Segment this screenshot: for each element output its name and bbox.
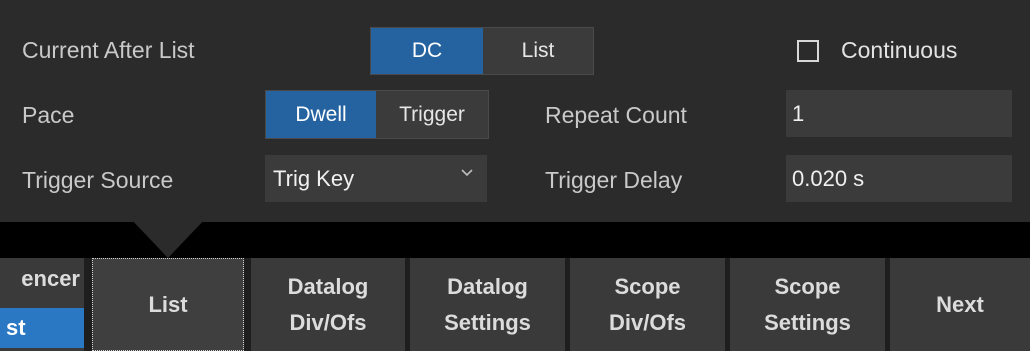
continuous-label: Continuous [841,37,958,63]
softkey-list-label: List [148,291,188,317]
softkey-scope-divofs[interactable]: Scope Div/Ofs [570,258,725,351]
softkey-scope-settings[interactable]: Scope Settings [730,258,885,351]
pace-dwell-option[interactable]: Dwell [266,91,376,138]
current-after-list-dc-option[interactable]: DC [371,28,483,74]
softkey-scope-settings-line1: Scope [774,273,841,299]
softkey-datalog-divofs[interactable]: Datalog Div/Ofs [251,258,405,351]
softkey-list[interactable]: List [92,258,244,351]
trigger-delay-input[interactable]: 0.020 s [786,155,1012,202]
current-after-list-label: Current After List [22,37,195,63]
softkey-sequencer-sublabel: st [0,308,84,348]
softkey-scope-divofs-line1: Scope [614,273,681,299]
softkey-scope-divofs-line2: Div/Ofs [608,309,687,335]
softkey-datalog-divofs-line1: Datalog [287,273,369,299]
pace-toggle: Dwell Trigger [265,90,489,139]
trigger-source-value: Trig Key [273,165,355,191]
pace-trigger-option[interactable]: Trigger [376,91,488,138]
softkey-datalog-settings[interactable]: Datalog Settings [410,258,565,351]
pace-label: Pace [22,102,75,128]
softkey-next-label: Next [936,291,984,317]
chevron-down-icon [461,169,473,177]
softkey-datalog-settings-line1: Datalog [447,273,528,299]
softkey-scope-settings-line2: Settings [764,309,851,335]
repeat-count-input[interactable]: 1 [786,90,1012,137]
softkey-datalog-divofs-line2: Div/Ofs [289,309,367,335]
repeat-count-label: Repeat Count [545,102,687,128]
list-settings-panel: Current After List DC List Continuous Pa… [0,0,1030,222]
softkey-bar: encer st List Datalog Div/Ofs Datalog Se… [0,258,1030,351]
softkey-sequencer-partial[interactable]: encer st [0,258,84,351]
trigger-source-dropdown[interactable]: Trig Key [265,155,487,202]
trigger-source-label: Trigger Source [22,167,174,193]
softkey-sequencer-label: encer [21,266,80,291]
menu-pointer-arrow [130,218,206,258]
current-after-list-list-option[interactable]: List [483,28,593,74]
current-after-list-toggle: DC List [370,27,594,75]
softkey-next[interactable]: Next [890,258,1030,351]
continuous-checkbox[interactable] [797,40,819,62]
softkey-datalog-settings-line2: Settings [444,309,531,335]
trigger-delay-label: Trigger Delay [545,167,683,193]
